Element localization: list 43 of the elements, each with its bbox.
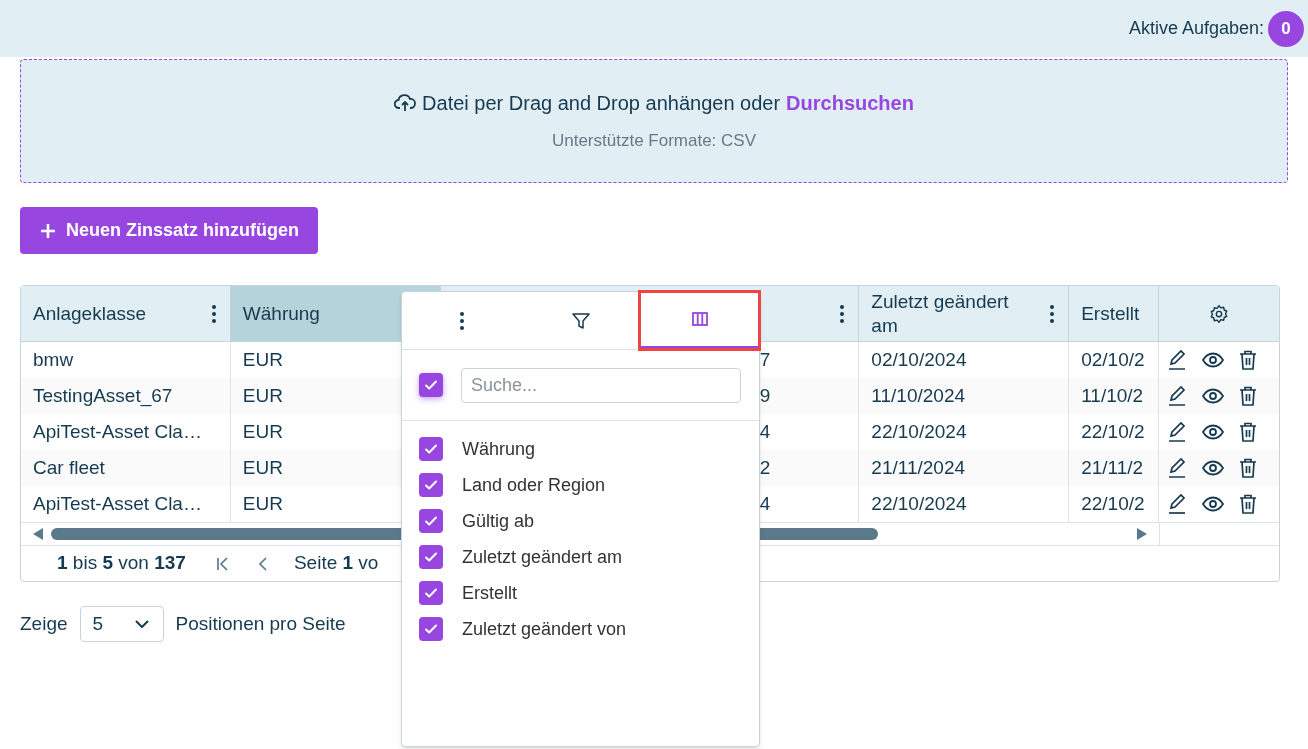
table-cell-text: EUR xyxy=(242,383,283,408)
table-cell-text: ApiTest-Asset Cla… xyxy=(33,419,202,444)
table-cell-text: 7 xyxy=(759,347,771,372)
header-label: Zuletzt geändert am xyxy=(871,289,1010,338)
table-cell-text: EUR xyxy=(242,491,283,516)
header-label: Währung xyxy=(242,301,320,326)
table-cell-text: 2 xyxy=(759,455,771,480)
table-cell-text: 22/10/2024 xyxy=(871,419,967,444)
column-option-label: Währung xyxy=(462,437,536,461)
table-cell-text: EUR xyxy=(242,419,283,444)
column-option-label: Land oder Region xyxy=(462,473,606,497)
table-cell-text: 22/10/2 xyxy=(1081,419,1145,444)
header-label: Erstellt xyxy=(1081,301,1140,326)
page-indicator: Seite 1 vo xyxy=(293,551,379,576)
table-cell-text: 11/10/2024 xyxy=(871,383,966,408)
column-option-label: Zuletzt geändert von xyxy=(462,617,627,641)
table-cell-text: 22/10/2024 xyxy=(871,491,967,516)
table-cell-text: 11/10/2 xyxy=(1081,383,1144,408)
table-cell-text: 21/11/2 xyxy=(1081,455,1144,480)
table-cell-text: TestingAsset_67 xyxy=(33,383,173,409)
header-label: Anlageklasse xyxy=(33,301,147,326)
table-cell-text: bmw xyxy=(33,347,74,372)
table-cell-text: EUR xyxy=(242,347,283,372)
range-summary: 1 bis 5 von 137 xyxy=(57,551,186,576)
column-option-label: Zuletzt geändert am xyxy=(462,545,623,569)
upload-text: Datei per Drag and Drop anhängen oder xyxy=(422,91,781,117)
column-option-label: Gültig ab xyxy=(462,509,535,533)
table-cell-text: 4 xyxy=(759,491,771,516)
table-cell-text: 02/10/2024 xyxy=(871,347,967,372)
table-cell-text: 21/11/2024 xyxy=(871,455,966,480)
table-cell-text: 4 xyxy=(759,419,771,444)
column-option-label: Erstellt xyxy=(462,581,517,605)
table-cell-text: ApiTest-Asset Cla… xyxy=(33,491,202,516)
tasks-label: Aktive Aufgaben: xyxy=(1128,17,1264,40)
table-cell-text: EUR xyxy=(242,455,283,480)
table-cell-text: 02/10/2 xyxy=(1081,347,1145,372)
formats-hint: Unterstützte Formate: CSV xyxy=(551,130,757,153)
table-cell-text: Car fleet xyxy=(33,455,105,480)
table-cell-text: 9 xyxy=(759,383,771,408)
count-badge: 0 xyxy=(1268,10,1304,47)
table-cell-text: 22/10/2 xyxy=(1081,491,1145,516)
per-page-label: Positionen pro Seite xyxy=(175,611,346,636)
show-label: Zeige xyxy=(20,611,68,636)
